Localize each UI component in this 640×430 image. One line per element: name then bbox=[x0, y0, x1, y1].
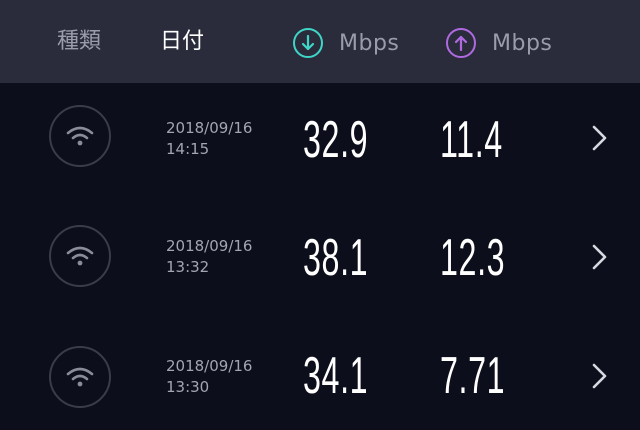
download-speed: 38.1 bbox=[303, 229, 369, 287]
sort-by-upload[interactable]: Mbps bbox=[446, 25, 552, 61]
result-row[interactable]: 2018/09/16 14:15 32.9 11.4 bbox=[0, 83, 640, 193]
result-row[interactable]: 2018/09/16 13:30 34.1 7.71 bbox=[0, 320, 640, 430]
wifi-icon bbox=[49, 225, 111, 287]
result-date: 2018/09/16 bbox=[166, 237, 253, 255]
result-date: 2018/09/16 bbox=[166, 357, 253, 375]
result-time: 13:30 bbox=[166, 378, 210, 396]
chevron-right-icon[interactable] bbox=[589, 361, 611, 391]
result-row[interactable]: 2018/09/16 13:32 38.1 12.3 bbox=[0, 203, 640, 313]
arrow-up-circle-icon bbox=[446, 28, 476, 58]
sort-by-download[interactable]: Mbps bbox=[293, 25, 399, 61]
result-date: 2018/09/16 bbox=[166, 119, 253, 137]
sort-by-date[interactable]: 日付 bbox=[160, 27, 204, 57]
download-speed: 32.9 bbox=[303, 111, 369, 169]
download-unit-label: Mbps bbox=[339, 30, 400, 56]
upload-speed: 12.3 bbox=[440, 229, 506, 287]
upload-speed: 11.4 bbox=[440, 111, 503, 169]
chevron-right-icon[interactable] bbox=[589, 123, 611, 153]
upload-speed: 7.71 bbox=[440, 347, 506, 405]
result-datetime: 2018/09/16 14:15 bbox=[166, 118, 252, 160]
upload-unit-label: Mbps bbox=[492, 30, 553, 56]
download-speed: 34.1 bbox=[303, 347, 369, 405]
result-datetime: 2018/09/16 13:32 bbox=[166, 236, 252, 278]
result-time: 13:32 bbox=[166, 258, 210, 276]
wifi-icon bbox=[49, 105, 111, 167]
chevron-right-icon[interactable] bbox=[589, 242, 611, 272]
result-datetime: 2018/09/16 13:30 bbox=[166, 356, 252, 398]
wifi-icon bbox=[49, 346, 111, 408]
sort-by-type[interactable]: 種類 bbox=[57, 27, 101, 57]
table-header: 種類 日付 Mbps Mbps bbox=[0, 0, 640, 83]
result-time: 14:15 bbox=[166, 140, 210, 158]
arrow-down-circle-icon bbox=[293, 28, 323, 58]
